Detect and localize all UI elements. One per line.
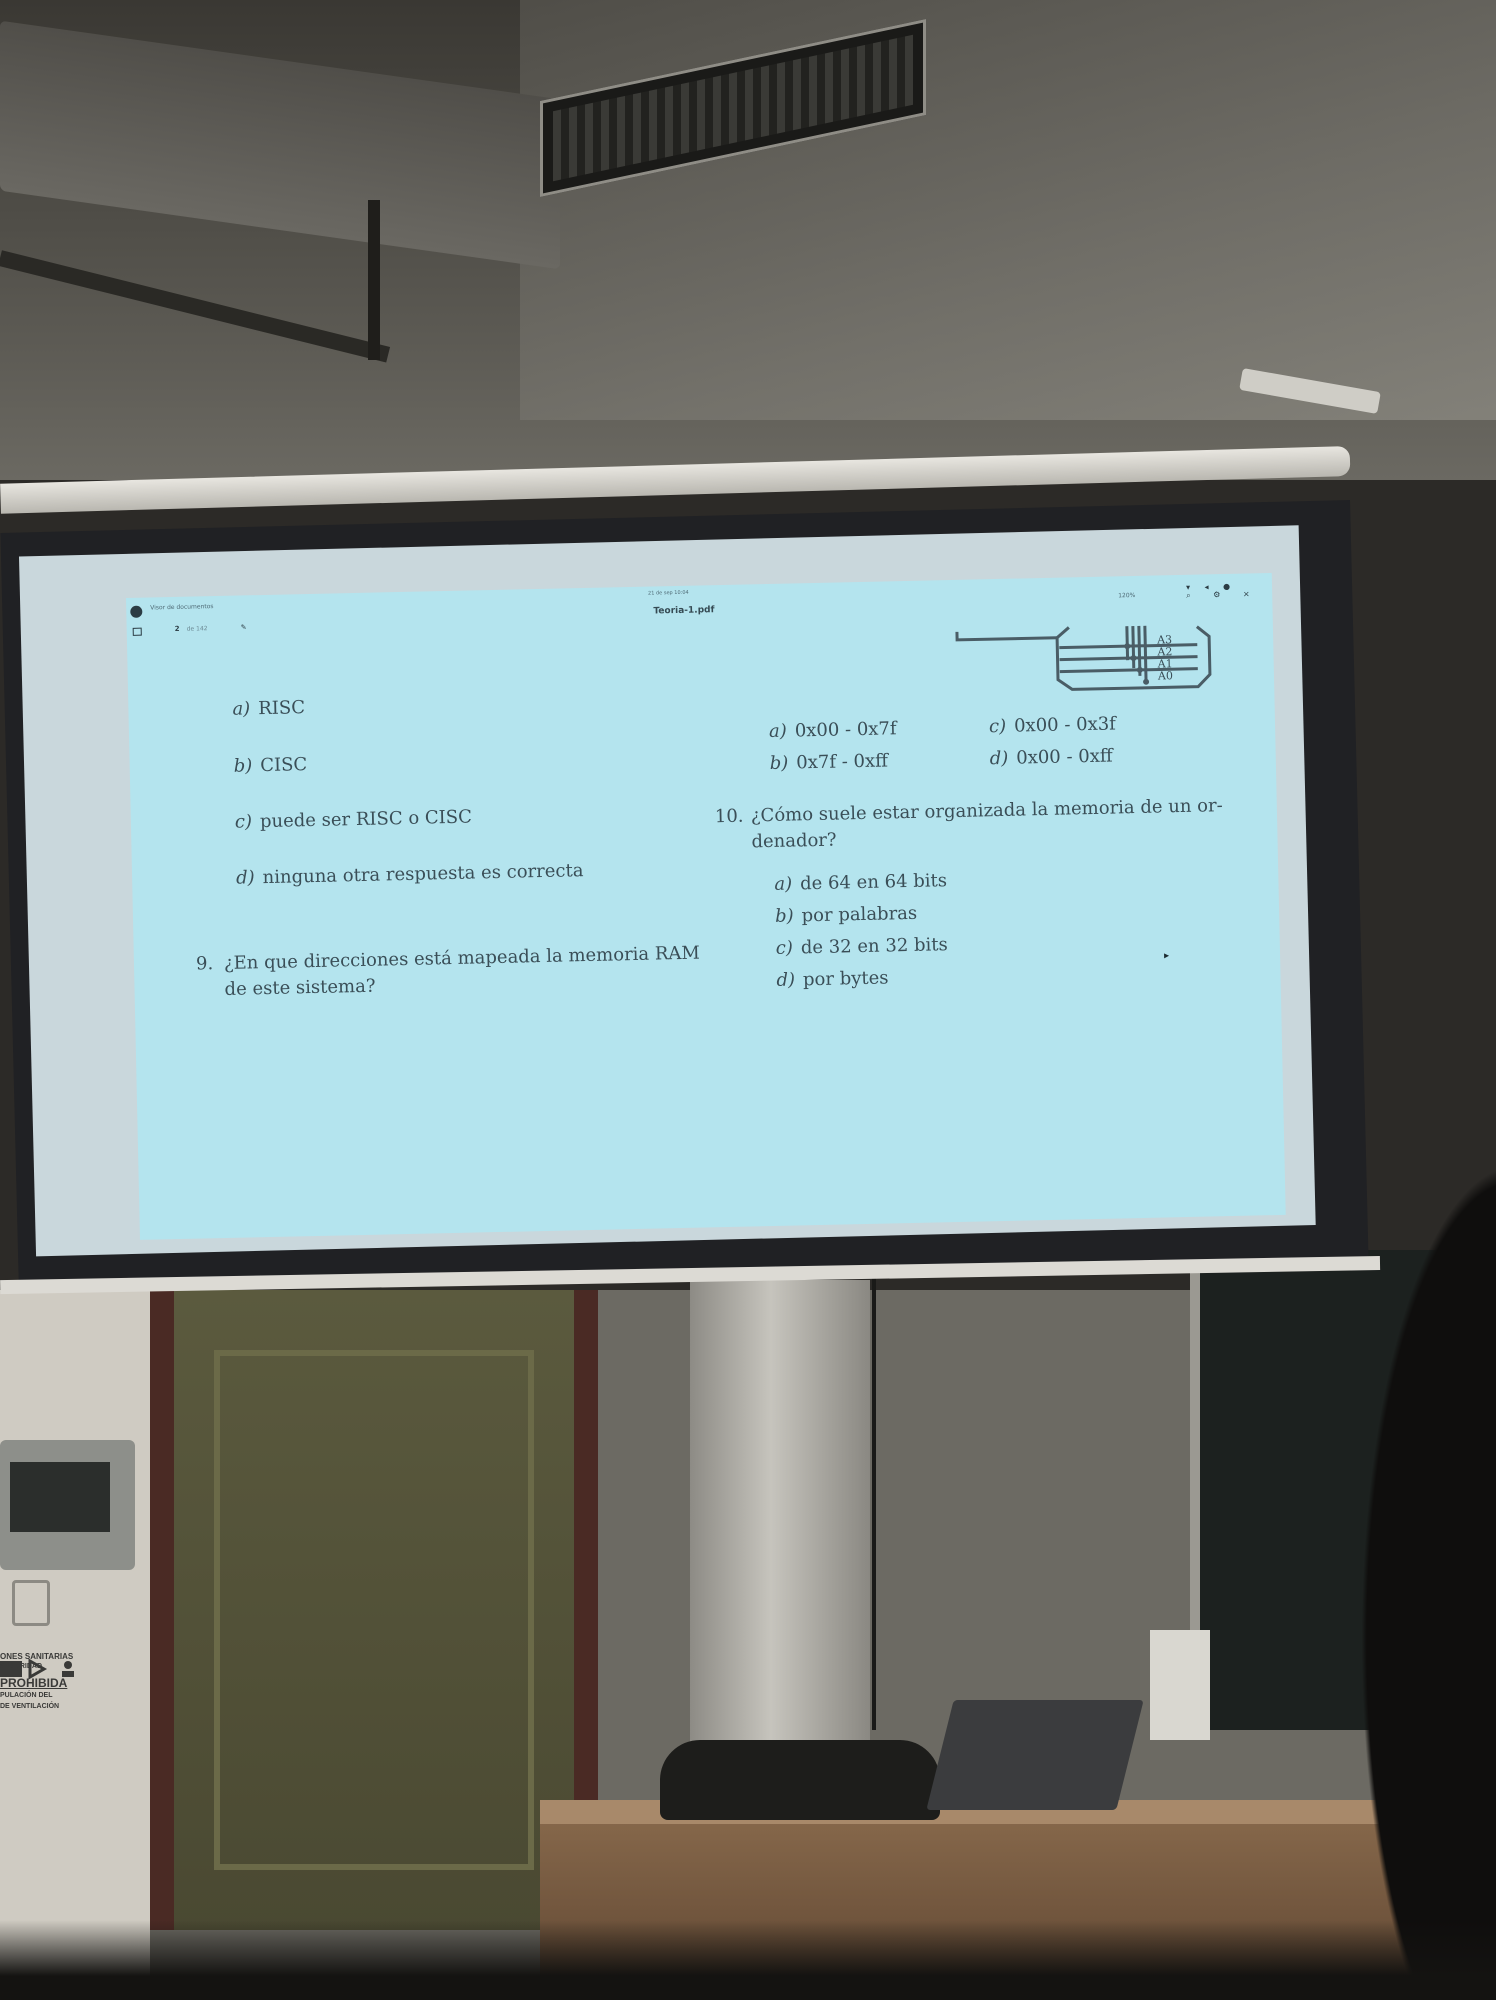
option-text: CISC <box>260 754 308 777</box>
option-label: a) <box>774 873 793 895</box>
option-label: d) <box>989 747 1009 770</box>
person-silhouette <box>1340 1100 1496 2000</box>
document-viewer: Visor de documentos 21 de sep 10:04 Teor… <box>126 573 1286 1240</box>
mouse-pointer-icon: ▸ <box>1163 950 1170 962</box>
option-text: de 64 en 64 bits <box>799 870 948 895</box>
sign-line-3: PROHIBIDA <box>0 1676 68 1690</box>
zoom-selector[interactable]: 120% <box>1118 592 1135 599</box>
page-number-input[interactable]: 2 <box>175 625 180 633</box>
page-total: de 142 <box>186 625 208 633</box>
projector-pole <box>368 200 380 360</box>
app-name[interactable]: Visor de documentos <box>150 603 213 611</box>
backpack <box>660 1740 940 1820</box>
wall-sockets <box>1150 1630 1210 1740</box>
option-text: por palabras <box>801 902 918 927</box>
document-title: Teoria-1.pdf <box>653 605 715 617</box>
option-label: c) <box>988 715 1007 738</box>
option-label: a) <box>768 720 788 743</box>
option-text: 0x7f - 0xff <box>796 750 889 774</box>
q10-option-d: d) por bytes <box>776 967 888 990</box>
door <box>150 1290 598 1930</box>
sign-line-2: SEGURIDAD <box>0 1663 43 1670</box>
sign-line-5: DE VENTILACIÓN <box>0 1703 60 1710</box>
q10-option-c: c) de 32 en 32 bits <box>776 934 948 959</box>
annotate-icon[interactable]: ✎ <box>241 623 247 631</box>
option-text: 0x00 - 0xff <box>1016 745 1113 769</box>
option-label: b) <box>774 905 794 927</box>
option-label: d) <box>235 867 255 889</box>
sidebar-toggle-icon[interactable] <box>132 627 142 636</box>
hanging-cable <box>872 1270 876 1730</box>
option-label: a) <box>232 698 251 720</box>
ceiling-panel <box>520 0 1496 420</box>
q10-option-a: a) de 64 en 64 bits <box>774 870 947 895</box>
option-label: b) <box>769 752 789 774</box>
door-panel <box>214 1350 534 1870</box>
question-number: 10. <box>714 805 744 828</box>
option-a-risc: a) RISC <box>232 697 305 720</box>
clock[interactable]: 21 de sep 10:04 <box>648 590 689 597</box>
sign-line-1: ONES SANITARIAS <box>0 1652 74 1661</box>
question-text-line-2: denador? <box>751 829 837 853</box>
sign-line-4: PULACIÓN DEL <box>0 1692 53 1699</box>
option-text: puede ser RISC o CISC <box>259 806 473 833</box>
toolbar-search-menu-icon[interactable]: ⌕ ⚙ × <box>1186 589 1260 601</box>
foreground-shadow <box>0 1920 1496 2000</box>
q9-option-d: d) 0x00 - 0xff <box>989 746 1112 770</box>
option-label: d) <box>776 969 796 991</box>
laptop <box>926 1700 1144 1810</box>
diagram-label-a0: A0 <box>1157 669 1173 682</box>
activities-icon[interactable] <box>130 605 143 618</box>
question-text-line-2: de este sistema? <box>224 975 376 1000</box>
option-text: RISC <box>257 697 306 720</box>
option-label: b) <box>233 755 253 777</box>
question-number: 9. <box>195 953 214 975</box>
q9-option-c: c) 0x00 - 0x3f <box>989 713 1116 737</box>
question-9: 9. ¿En que direcciones está mapeada la m… <box>196 940 717 1007</box>
option-text: 0x00 - 0x7f <box>794 718 897 742</box>
option-text: de 32 en 32 bits <box>800 934 948 959</box>
option-label: c) <box>234 811 253 833</box>
q9-option-a: a) 0x00 - 0x7f <box>769 718 897 742</box>
electrical-box <box>0 1440 135 1570</box>
option-b-cisc: b) CISC <box>233 754 307 777</box>
q9-option-b: b) 0x7f - 0xff <box>770 750 889 774</box>
question-text-line-1: ¿En que direcciones está mapeada la memo… <box>223 942 701 974</box>
q10-option-b: b) por palabras <box>775 903 918 927</box>
option-text: por bytes <box>802 967 889 991</box>
option-d: d) ninguna otra respuesta es correcta <box>236 860 584 889</box>
light-switch <box>12 1580 50 1626</box>
question-text-line-1: ¿Cómo suele estar organizada la memoria … <box>750 795 1223 827</box>
option-label: c) <box>775 937 794 959</box>
question-10: 10. ¿Cómo suele estar organizada la memo… <box>715 792 1256 860</box>
option-text: ninguna otra respuesta es correcta <box>262 860 584 889</box>
address-bus-diagram: A3 A2 A1 A0 <box>955 625 1212 691</box>
option-c: c) puede ser RISC o CISC <box>235 807 472 833</box>
option-text: 0x00 - 0x3f <box>1013 713 1117 737</box>
